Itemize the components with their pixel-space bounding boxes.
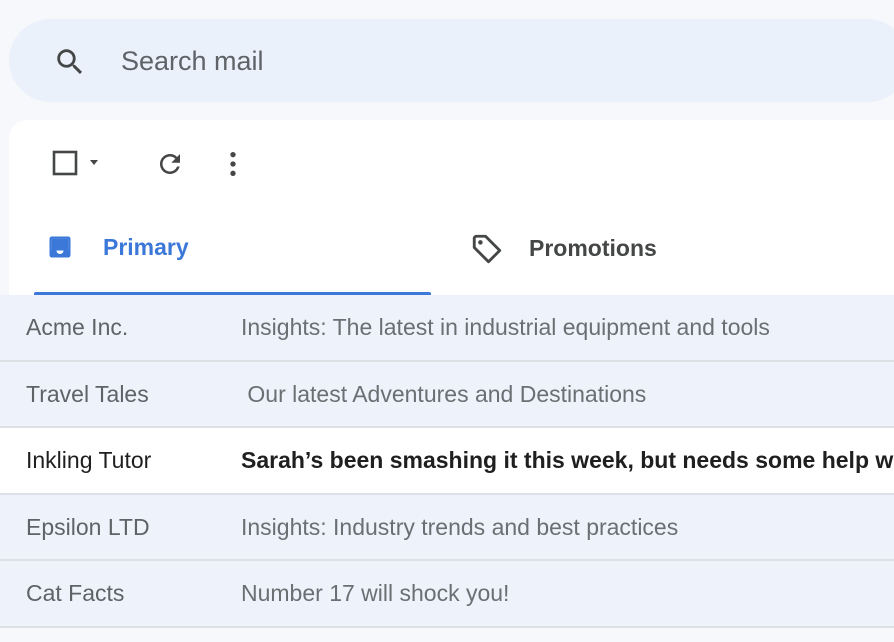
tab-primary[interactable]: Primary [34,216,431,294]
more-options-button[interactable] [217,146,249,182]
mail-panel: Primary Promotions [9,120,894,296]
tab-primary-label: Primary [103,234,189,260]
email-row[interactable]: Epsilon LTD Insights: Industry trends an… [0,494,894,562]
email-row[interactable]: Travel Tales Our latest Adventures and D… [0,361,894,429]
search-input[interactable] [121,43,721,79]
email-sender: Travel Tales [26,380,149,407]
email-sender: Acme Inc. [26,314,129,340]
search-icon[interactable] [53,45,87,79]
email-subject: Insights: Industry trends and best pract… [241,513,679,540]
caret-down-icon [90,160,98,165]
email-subject: Sarah’s been smashing it this week, but … [241,447,894,474]
email-sender: Cat Facts [26,580,125,607]
search-bar[interactable] [9,19,894,102]
tag-icon [472,234,502,264]
email-subject: Our latest Adventures and Destinations [241,380,647,407]
email-subject: Number 17 will shock you! [241,580,510,607]
refresh-button[interactable] [152,146,188,182]
refresh-icon [160,154,180,174]
tab-promotions-label: Promotions [529,235,657,261]
email-subject: Insights: The latest in industrial equip… [241,314,770,340]
more-vert-icon [230,152,236,176]
email-list: Acme Inc. Insights: The latest in indust… [0,295,894,628]
select-all-button[interactable] [49,148,111,180]
inbox-icon [49,236,71,258]
email-sender: Inkling Tutor [26,447,152,474]
email-row[interactable]: Acme Inc. Insights: The latest in indust… [0,295,894,362]
email-sender: Epsilon LTD [26,513,150,540]
checkbox-icon [52,150,98,176]
email-row[interactable]: Cat Facts Number 17 will shock you! [0,561,894,628]
email-row[interactable]: Inkling Tutor Sarah’s been smashing it t… [0,428,894,495]
tab-promotions[interactable]: Promotions [431,216,871,294]
mail-app: Primary Promotions Acme Inc. Insights: T… [0,0,894,642]
